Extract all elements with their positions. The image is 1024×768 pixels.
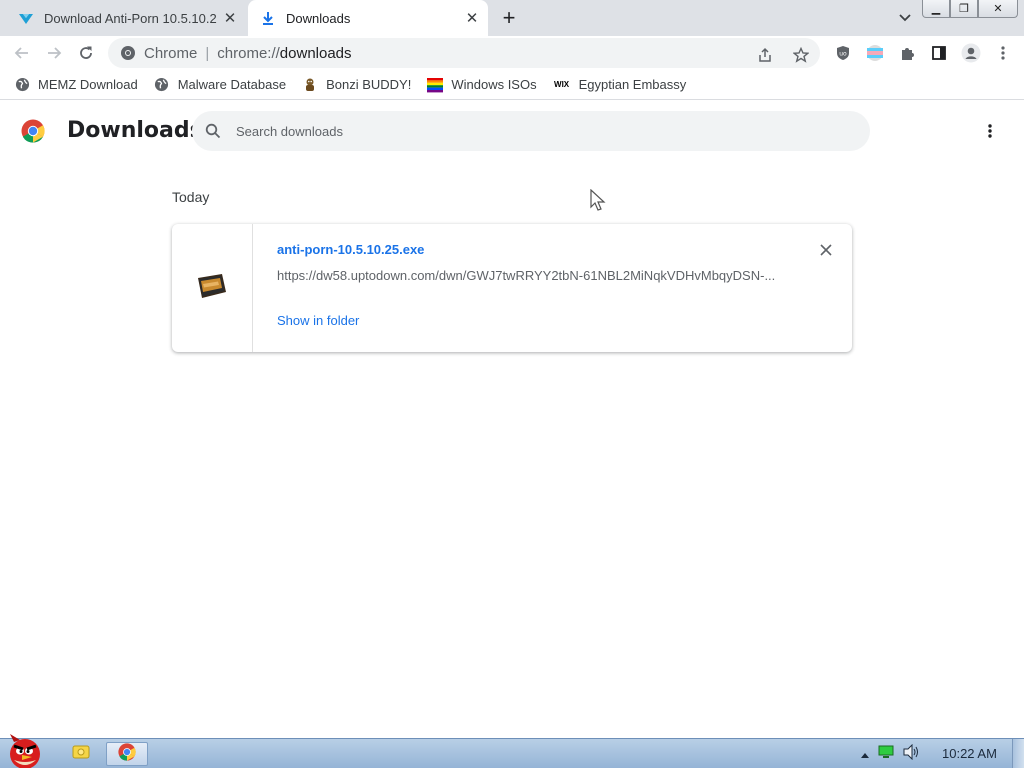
globe-icon <box>154 77 170 93</box>
bookmark-label: Windows ISOs <box>451 77 537 92</box>
bookmark-star-icon[interactable] <box>790 44 812 66</box>
globe-icon <box>14 77 30 93</box>
tab-downloads[interactable]: Downloads ✕ <box>248 0 488 36</box>
extensions-puzzle-icon[interactable] <box>896 42 918 64</box>
bookmark-label: MEMZ Download <box>38 77 138 92</box>
omnibox-separator: | <box>205 44 210 62</box>
window-controls: ▁ ❐ ✕ <box>922 0 1018 18</box>
tab-anti-porn-download[interactable]: Download Anti-Porn 10.5.10.2 ✕ <box>0 0 246 36</box>
bookmarks-bar: MEMZ Download Malware Database Bonzi BUD… <box>0 70 1024 100</box>
bookmark-malware-database[interactable]: Malware Database <box>154 77 286 93</box>
bookmark-bonzi-buddy[interactable]: Bonzi BUDDY! <box>302 77 411 93</box>
url-path: downloads <box>279 44 352 62</box>
bookmark-label: Egyptian Embassy <box>578 77 687 92</box>
ublock-origin-icon[interactable]: uo <box>832 42 854 64</box>
bookmark-windows-isos[interactable]: Windows ISOs <box>427 77 537 93</box>
mouse-cursor-icon <box>590 188 608 213</box>
bookmark-memz-download[interactable]: MEMZ Download <box>14 77 138 93</box>
downloads-header: Downloads <box>0 101 1024 159</box>
taskbar: 10:22 AM <box>0 738 1024 768</box>
uptodown-icon <box>18 10 34 26</box>
search-icon <box>204 122 222 140</box>
more-actions-icon[interactable] <box>978 119 1002 143</box>
taskbar-clock[interactable]: 10:22 AM <box>942 746 997 761</box>
svg-text:uo: uo <box>839 51 847 58</box>
remove-from-list-icon[interactable] <box>816 240 836 260</box>
start-button[interactable] <box>0 730 50 768</box>
file-icon-column <box>172 224 253 352</box>
profile-avatar-icon[interactable] <box>960 42 982 64</box>
chrome-taskbar-icon <box>118 742 136 766</box>
bookmark-label: Malware Database <box>177 77 287 92</box>
bookmark-egyptian-embassy[interactable]: WIX Egyptian Embassy <box>553 77 687 93</box>
tab-close-icon[interactable]: ✕ <box>462 8 482 28</box>
search-box[interactable] <box>192 111 870 151</box>
taskbar-explorer-button[interactable] <box>66 742 96 766</box>
date-section-label: Today <box>172 189 210 205</box>
minimize-button[interactable]: ▁ <box>922 0 950 18</box>
file-name-link[interactable]: anti-porn-10.5.10.25.exe <box>277 242 424 257</box>
address-bar[interactable]: Chrome | chrome://downloads <box>108 38 820 68</box>
volume-icon[interactable] <box>902 743 920 765</box>
show-in-folder-link[interactable]: Show in folder <box>277 313 359 328</box>
bookmark-label: Bonzi BUDDY! <box>326 77 412 92</box>
network-icon[interactable] <box>878 745 894 764</box>
side-panel-icon[interactable] <box>928 42 950 64</box>
download-icon <box>260 10 276 26</box>
show-desktop-button[interactable] <box>1012 739 1024 768</box>
back-arrow-icon[interactable] <box>9 40 35 66</box>
url-host: chrome:// <box>217 44 280 62</box>
page-title: Downloads <box>67 118 203 143</box>
share-icon[interactable] <box>754 44 776 66</box>
explorer-icon <box>71 742 91 767</box>
tab-strip: Download Anti-Porn 10.5.10.2 ✕ Downloads… <box>0 0 1024 36</box>
scheme-label: Chrome <box>144 44 198 62</box>
tab-title: Downloads <box>286 10 351 26</box>
close-window-button[interactable]: ✕ <box>978 0 1018 18</box>
search-input[interactable] <box>236 123 836 139</box>
file-source-url[interactable]: https://dw58.uptodown.com/dwn/GWJ7twRRYY… <box>277 268 777 283</box>
new-tab-button[interactable]: + <box>496 5 522 30</box>
show-hidden-icons-icon[interactable] <box>860 746 870 764</box>
forward-arrow-icon[interactable] <box>41 40 67 66</box>
chrome-logo-icon <box>21 119 45 143</box>
extension-flag-icon[interactable] <box>864 42 886 64</box>
chrome-page-icon <box>120 45 136 61</box>
rainbow-flag-icon <box>427 77 444 93</box>
wix-icon: WIX <box>554 80 570 89</box>
tab-search-chevron-icon[interactable] <box>894 8 916 28</box>
tab-close-icon[interactable]: ✕ <box>220 8 240 28</box>
browser-toolbar: Chrome | chrome://downloads uo <box>0 36 1024 70</box>
taskbar-chrome-button[interactable] <box>106 742 148 766</box>
exe-file-icon <box>196 272 228 305</box>
tab-title: Download Anti-Porn 10.5.10.2 <box>44 10 217 26</box>
system-tray <box>860 743 920 765</box>
chrome-menu-icon[interactable] <box>992 42 1014 64</box>
bonzi-icon <box>302 77 318 93</box>
reload-icon[interactable] <box>73 40 99 66</box>
download-item: anti-porn-10.5.10.25.exe https://dw58.up… <box>172 224 852 352</box>
restore-button[interactable]: ❐ <box>950 0 978 18</box>
